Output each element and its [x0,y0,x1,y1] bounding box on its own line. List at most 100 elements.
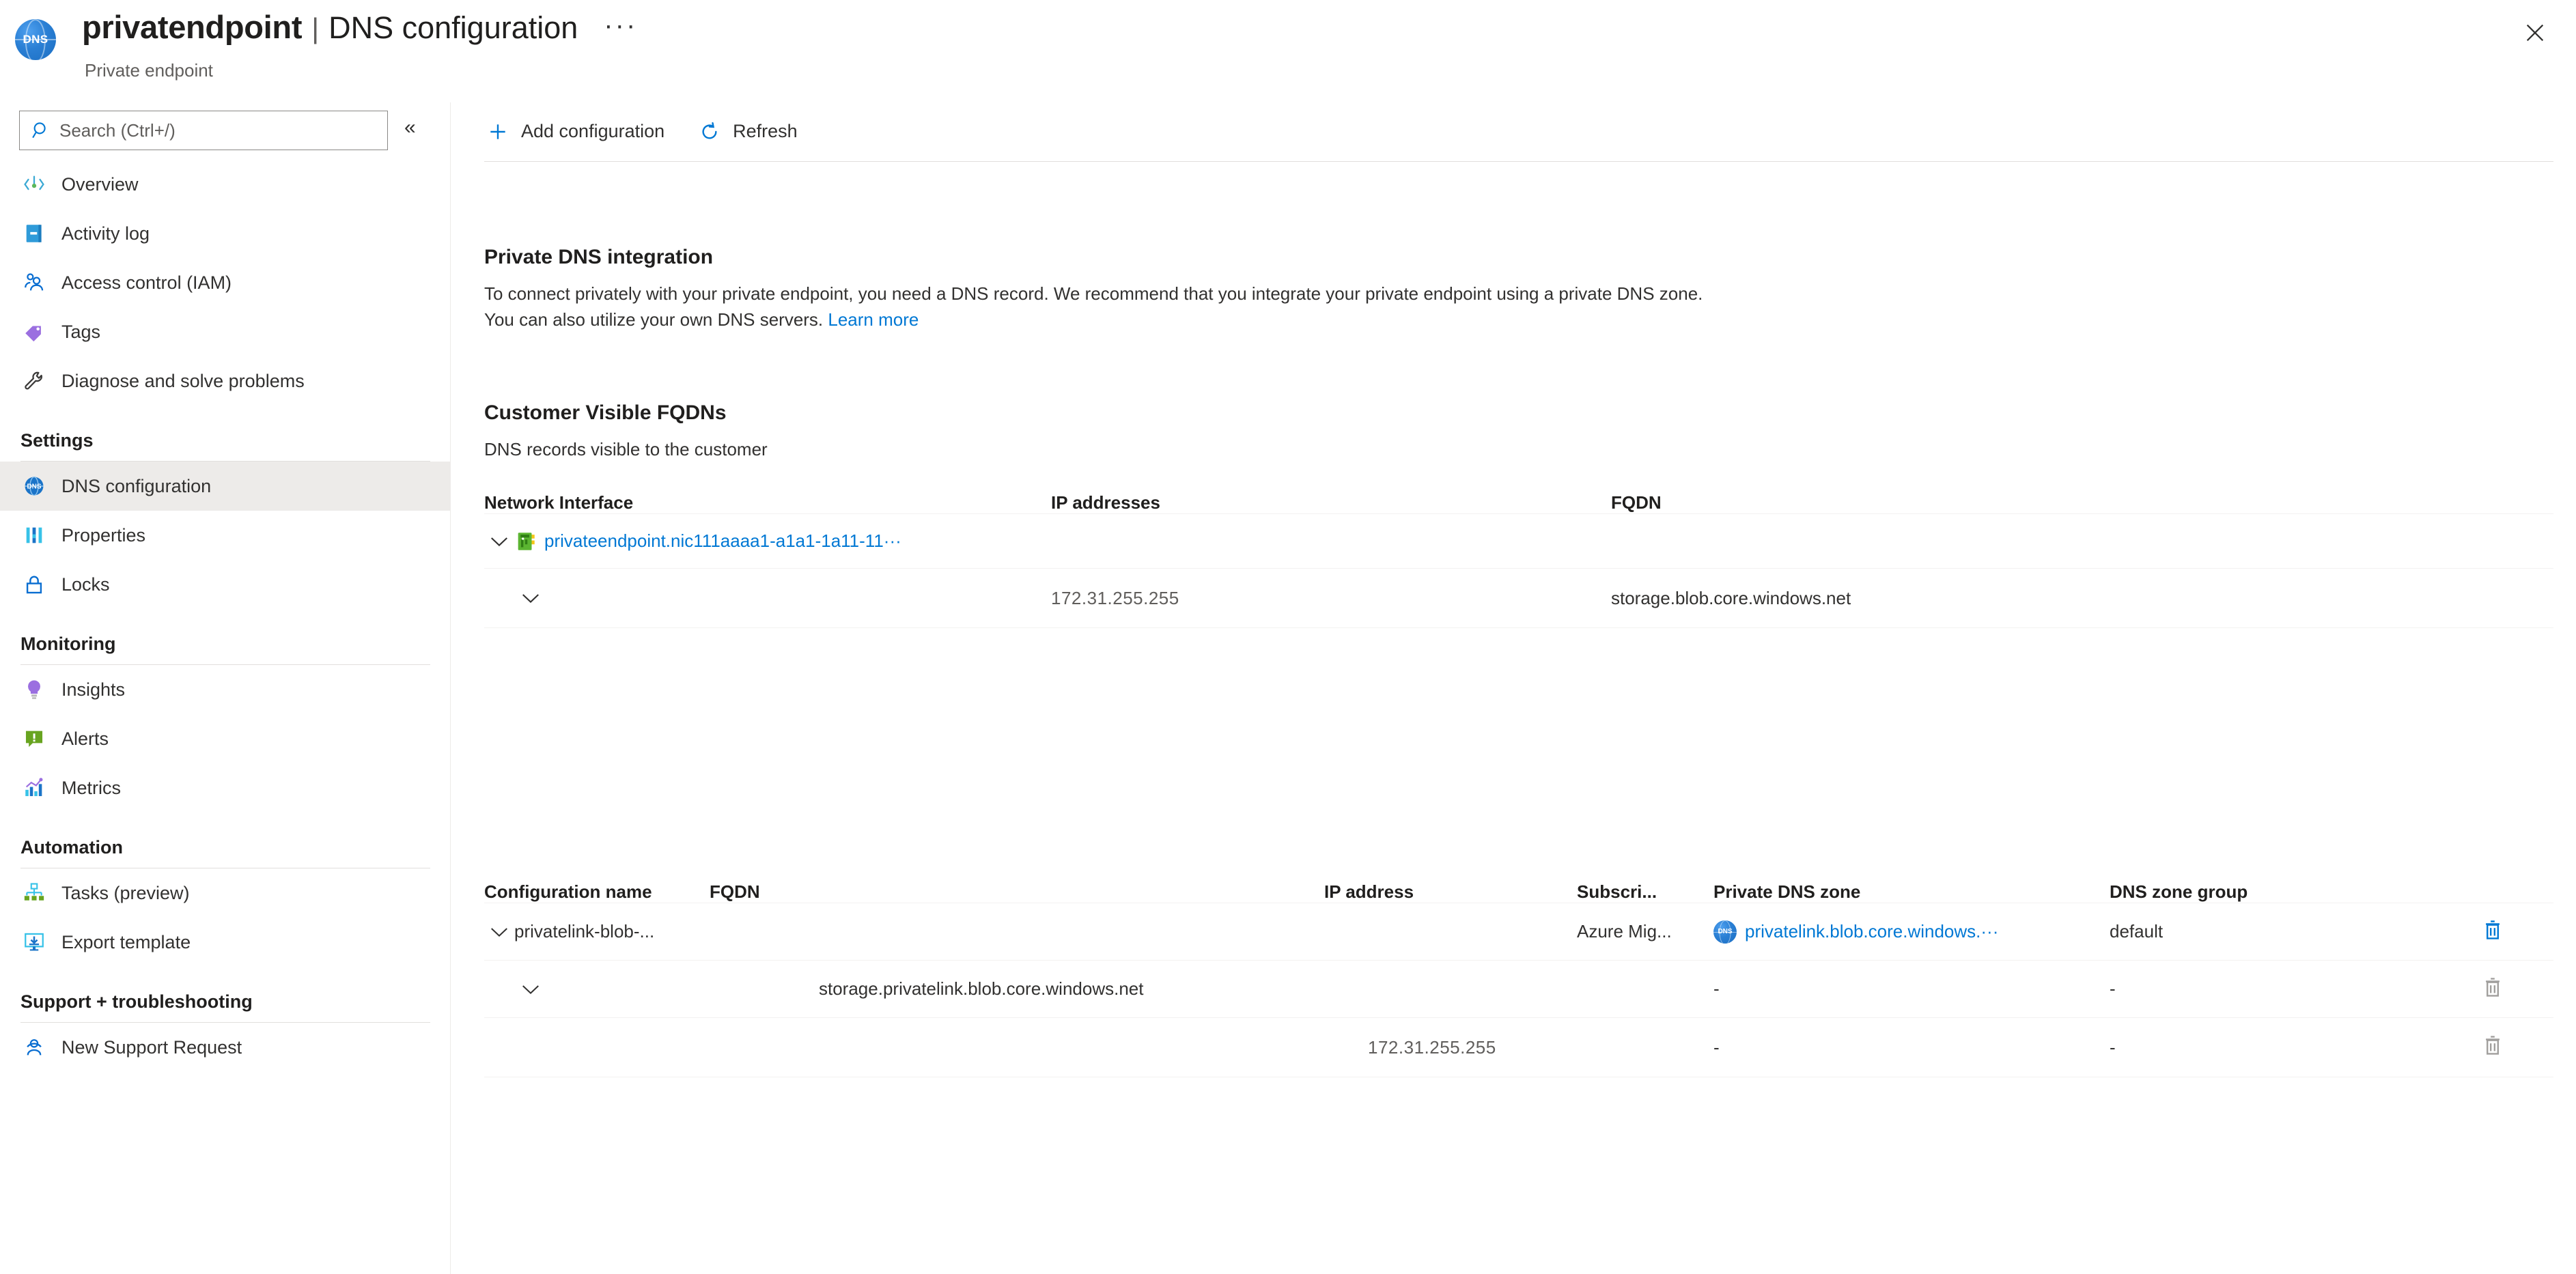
more-menu-button[interactable]: ··· [604,10,637,41]
close-button[interactable] [2515,14,2556,55]
sidebar-item-label: Access control (IAM) [61,272,232,293]
sidebar-section-monitoring: Monitoring [0,609,451,665]
export-template-icon [20,929,48,956]
sidebar-item-activity-log[interactable]: Activity log [0,209,451,258]
sidebar-item-tasks[interactable]: Tasks (preview) [0,868,451,918]
close-icon [2523,21,2547,48]
sidebar-item-alerts[interactable]: Alerts [0,714,451,763]
sidebar-item-locks[interactable]: Locks [0,560,451,609]
sidebar-item-label: Alerts [61,728,109,749]
column-header-ip-addresses: IP addresses [1051,492,1160,513]
page-name: DNS configuration [328,10,578,45]
lock-icon [20,571,48,598]
sidebar-section-support: Support + troubleshooting [0,967,451,1023]
chevron-down-icon[interactable] [484,526,514,556]
table-row[interactable]: 172.31.255.255 storage.blob.core.windows… [484,568,2553,628]
sidebar-item-label: Activity log [61,223,150,244]
search-placeholder: Search (Ctrl+/) [59,119,176,141]
table-row[interactable]: 172.31.255.255 - - [484,1017,2553,1077]
sidebar-item-properties[interactable]: Properties [0,511,451,560]
sidebar-item-label: Diagnose and solve problems [61,370,305,391]
network-interface-link[interactable]: privateendpoint.nic111aaaa1-a1a1-1a11-11… [544,530,901,552]
search-input[interactable]: Search (Ctrl+/) [19,111,388,150]
wrench-icon [20,367,48,395]
add-configuration-button[interactable]: Add configuration [486,119,664,144]
alert-icon [20,725,48,752]
trash-icon[interactable] [2481,918,2508,946]
customer-visible-fqdns-heading: Customer Visible FQDNs [484,401,727,424]
resource-type-subtitle: Private endpoint [85,60,213,81]
sidebar-item-metrics[interactable]: Metrics [0,763,451,812]
fqdn-cell: storage.privatelink.blob.core.windows.ne… [819,978,1144,999]
divider [484,161,2553,162]
sidebar-item-export-template[interactable]: Export template [0,918,451,967]
sidebar-item-label: DNS configuration [61,475,212,496]
sidebar: Search (Ctrl+/) « Overview Activity log … [0,102,451,1274]
sidebar-item-dns-configuration[interactable]: DNS DNS configuration [0,462,451,511]
resource-name: privatendpoint [82,9,303,45]
tasks-icon [20,879,48,907]
sidebar-section-title: Settings [20,430,94,451]
chevron-down-icon[interactable] [484,917,514,947]
dns-zone-group-cell: default [2110,921,2164,942]
chevron-down-icon[interactable] [516,583,546,613]
activity-log-icon [20,220,48,247]
private-dns-zone-link[interactable]: privatelink.blob.core.windows.··· [1745,921,1998,942]
sidebar-section-title: Support + troubleshooting [20,991,253,1012]
column-header-ip-address: IP address [1324,881,1414,902]
sidebar-item-label: Insights [61,679,126,700]
sidebar-item-tags[interactable]: Tags [0,307,451,356]
access-control-icon [20,269,48,296]
sidebar-item-overview[interactable]: Overview [0,160,451,209]
ip-address-cell: 172.31.255.255 [1368,1036,1496,1058]
private-dns-zone-cell: - [1713,978,1720,999]
refresh-button[interactable]: Refresh [697,119,798,144]
chevron-down-icon[interactable] [516,974,546,1004]
configuration-name-cell: privatelink-blob-... [514,921,655,942]
column-header-fqdn: FQDN [1611,492,1662,513]
sidebar-item-access-control[interactable]: Access control (IAM) [0,258,451,307]
trash-icon [2481,976,2508,1003]
column-header-dns-zone-group: DNS zone group [2110,881,2248,902]
table-row[interactable]: privateendpoint.nic111aaaa1-a1a1-1a11-11… [484,513,2553,568]
table-row[interactable]: storage.privatelink.blob.core.windows.ne… [484,960,2553,1017]
dns-zone-icon: DNS [15,19,56,60]
table-header-row: Configuration name FQDN IP address Subsc… [484,860,2553,903]
learn-more-link[interactable]: Learn more [828,309,919,330]
sidebar-item-label: Tags [61,321,101,342]
overview-icon [20,171,48,198]
customer-visible-fqdns-subheading: DNS records visible to the customer [484,439,768,459]
dns-zone-group-cell: - [2110,1036,2116,1058]
description-text: To connect privately with your private e… [484,283,1703,330]
title-separator: | [311,12,320,44]
collapse-sidebar-button[interactable]: « [404,117,416,138]
sidebar-item-label: Export template [61,931,191,952]
sidebar-item-new-support-request[interactable]: New Support Request [0,1023,451,1072]
sidebar-item-label: Tasks (preview) [61,882,190,903]
fqdn-cell: storage.blob.core.windows.net [1611,587,1851,608]
table-row[interactable]: privatelink-blob-... Azure Mig... DNS pr… [484,903,2553,960]
sidebar-nav: Overview Activity log Access control (IA… [0,160,451,1072]
table-header-row: Network Interface IP addresses FQDN [484,471,2553,513]
sidebar-item-label: New Support Request [61,1036,242,1058]
subscription-cell: Azure Mig... [1577,921,1672,942]
sidebar-section-settings: Settings [0,406,451,462]
page-title: privatendpoint | DNS configuration ··· [82,8,637,46]
private-dns-integration-description: To connect privately with your private e… [484,281,1720,333]
private-dns-zone-cell: - [1713,1036,1720,1058]
refresh-label: Refresh [733,121,798,141]
sidebar-item-insights[interactable]: Insights [0,665,451,714]
column-header-configuration-name: Configuration name [484,881,652,902]
command-bar: Add configuration Refresh [451,102,2576,160]
dns-zone-group-cell: - [2110,978,2116,999]
add-configuration-label: Add configuration [521,121,665,141]
sidebar-section-title: Automation [20,837,123,858]
sidebar-item-diagnose-and-solve-problems[interactable]: Diagnose and solve problems [0,356,451,406]
sidebar-section-title: Monitoring [20,634,116,654]
column-header-fqdn: FQDN [710,881,760,902]
column-header-network-interface: Network Interface [484,492,634,513]
dns-configurations-table: Configuration name FQDN IP address Subsc… [484,860,2553,1077]
plus-icon [486,119,510,144]
private-dns-integration-heading: Private DNS integration [484,246,714,268]
tags-icon [20,318,48,345]
